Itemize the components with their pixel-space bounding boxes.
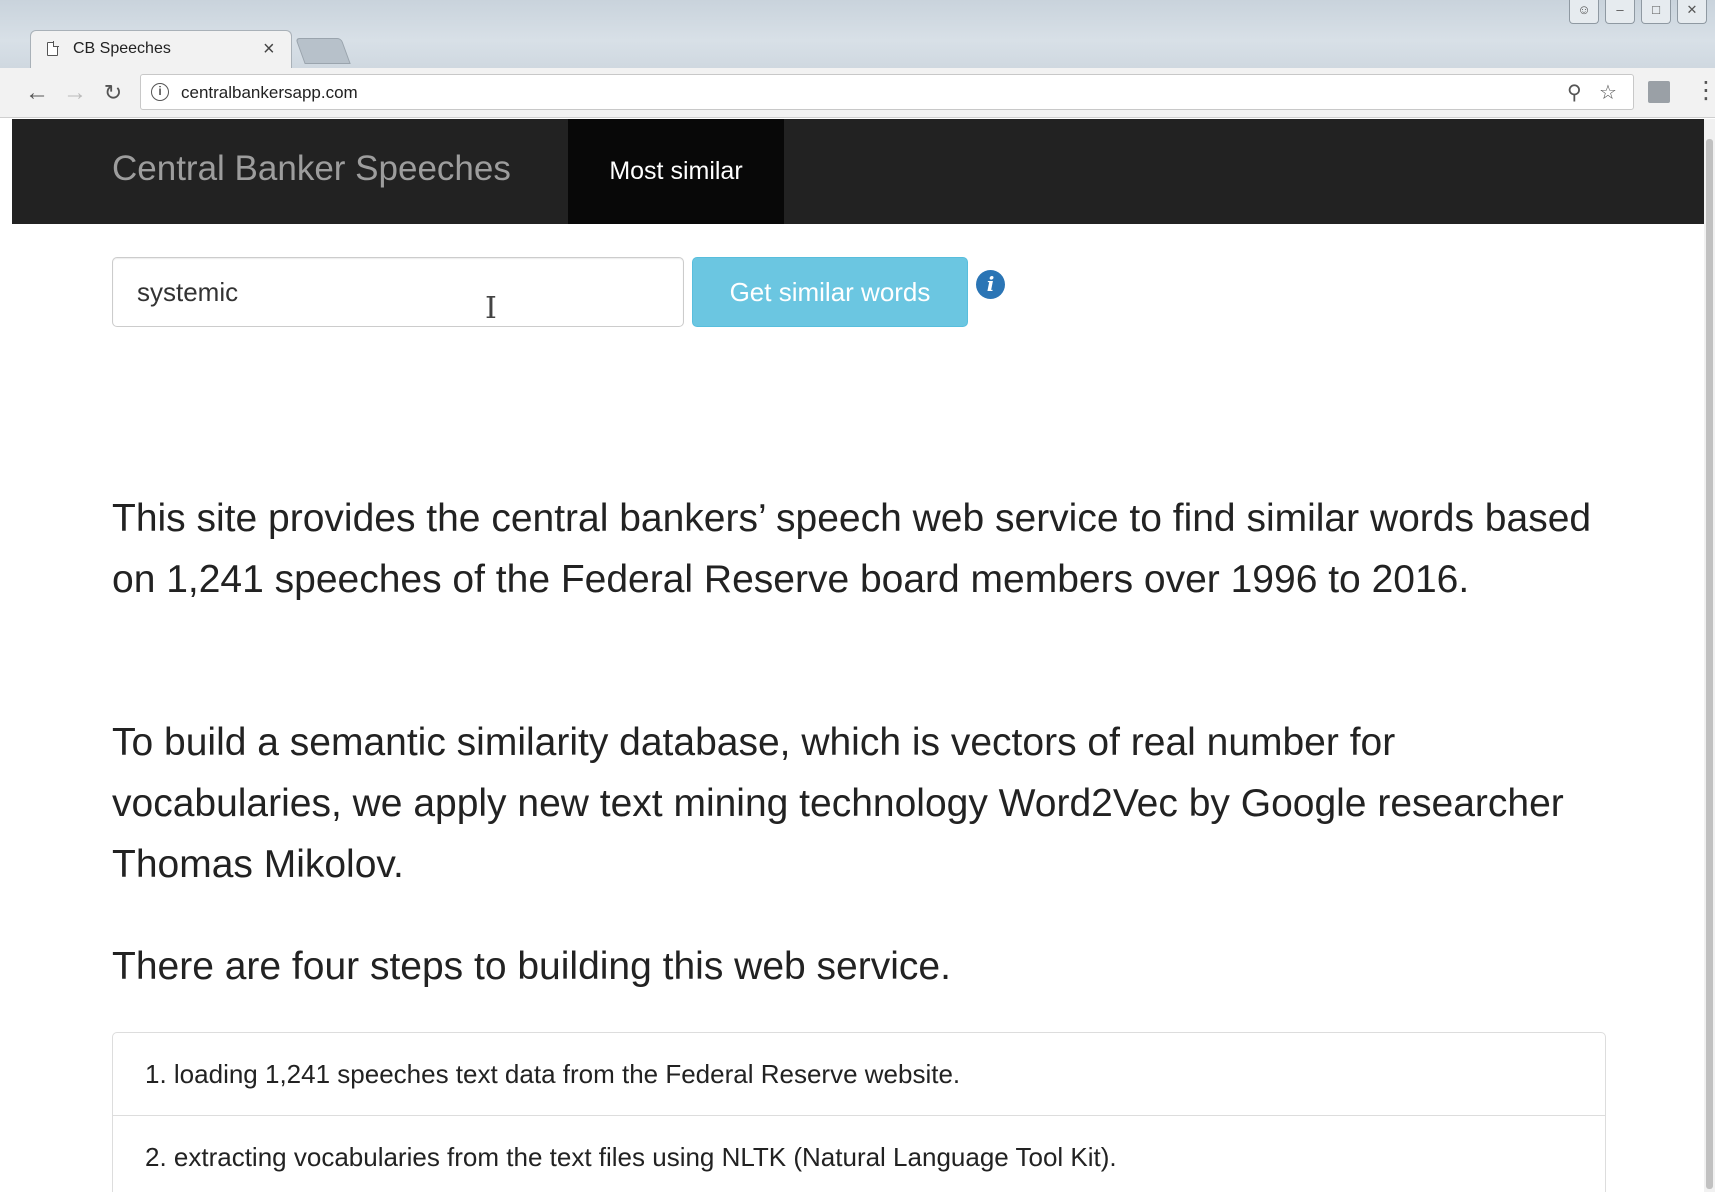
tab-title: CB Speeches xyxy=(73,40,171,57)
minimize-icon[interactable]: – xyxy=(1605,0,1635,24)
method-paragraph: To build a semantic similarity database,… xyxy=(112,721,1564,886)
user-profile-icon[interactable]: ☺ xyxy=(1569,0,1599,24)
address-bar[interactable]: i centralbankersapp.com ⚲ ☆ xyxy=(140,74,1634,110)
back-arrow-icon[interactable]: ← xyxy=(22,78,52,108)
site-navbar: Central Banker Speeches Most similar xyxy=(12,119,1704,224)
web-page: Central Banker Speeches Most similar I G… xyxy=(12,119,1704,1192)
zoom-icon[interactable]: ⚲ xyxy=(1567,80,1582,105)
browser-tab[interactable]: CB Speeches × xyxy=(30,30,292,70)
intro-paragraph: This site provides the central bankers’ … xyxy=(112,497,1592,601)
list-item: 2. extracting vocabularies from the text… xyxy=(145,1142,1117,1172)
browser-tabstrip: CB Speeches × ☺ – □ ✕ xyxy=(0,0,1715,70)
get-similar-words-button[interactable]: Get similar words xyxy=(692,257,968,327)
url-text[interactable]: centralbankersapp.com xyxy=(181,83,358,103)
forward-arrow-icon[interactable]: → xyxy=(60,78,90,108)
page-scrollbar[interactable] xyxy=(1704,119,1715,1192)
extension-icon[interactable] xyxy=(1648,81,1670,103)
search-input[interactable] xyxy=(112,257,684,327)
info-icon[interactable]: i xyxy=(976,270,1005,299)
text-cursor-icon: I xyxy=(485,291,497,326)
document-icon xyxy=(47,41,59,56)
site-brand[interactable]: Central Banker Speeches xyxy=(112,149,511,189)
close-window-icon[interactable]: ✕ xyxy=(1677,0,1707,24)
new-tab-button[interactable] xyxy=(295,38,351,64)
close-tab-icon[interactable]: × xyxy=(263,36,275,62)
site-info-icon[interactable]: i xyxy=(151,83,169,101)
reload-icon[interactable]: ↻ xyxy=(98,78,128,108)
list-item: 1. loading 1,241 speeches text data from… xyxy=(113,1033,1605,1116)
browser-toolbar: ← → ↻ i centralbankersapp.com ⚲ ☆ ⋮ xyxy=(0,68,1715,118)
steps-list: 1. loading 1,241 speeches text data from… xyxy=(112,1032,1606,1192)
steps-heading: There are four steps to building this we… xyxy=(112,945,951,988)
browser-menu-icon[interactable]: ⋮ xyxy=(1694,76,1715,106)
bookmark-star-icon[interactable]: ☆ xyxy=(1599,80,1617,105)
nav-item-most-similar[interactable]: Most similar xyxy=(568,119,784,224)
maximize-icon[interactable]: □ xyxy=(1641,0,1671,24)
scrollbar-thumb[interactable] xyxy=(1706,139,1713,1189)
window-controls: ☺ – □ ✕ xyxy=(1569,0,1715,30)
